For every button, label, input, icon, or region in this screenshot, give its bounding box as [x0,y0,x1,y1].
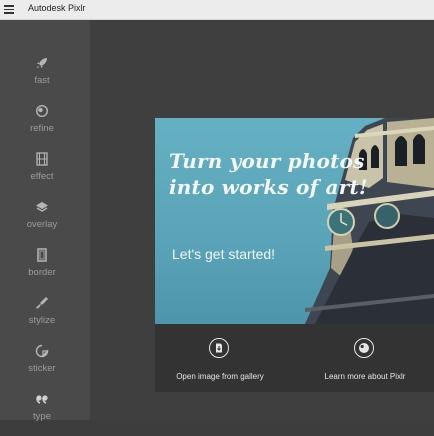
learn-more-button[interactable]: Learn more about Pixlr [305,324,425,392]
title-bar: Autodesk Pixlr [0,0,434,20]
sidebar-item-refine[interactable]: refine [0,104,90,148]
sidebar: fast refine effect overlay border styliz… [0,20,90,422]
hero-subheading: Let's get started! [172,246,276,262]
sidebar-item-effect[interactable]: effect [0,152,90,196]
open-gallery-button[interactable]: Open image from gallery [160,324,280,392]
open-gallery-label: Open image from gallery [176,372,264,381]
hamburger-menu-icon[interactable] [4,5,14,14]
layers-icon [36,202,48,212]
sidebar-item-label: stylize [28,315,56,326]
refine-icon [35,104,49,118]
sidebar-item-fast[interactable]: fast [0,56,90,100]
sidebar-item-type[interactable]: type [0,392,90,436]
sidebar-item-label: effect [30,171,54,182]
open-image-icon [209,338,229,358]
sidebar-item-label: border [28,267,56,278]
welcome-hero-banner: Turn your photos into works of art! Let'… [155,118,434,324]
sidebar-item-overlay[interactable]: overlay [0,200,90,244]
hero-heading-line-2: into works of art! [169,175,368,199]
quote-icon [36,395,48,404]
sidebar-item-label: refine [30,123,54,134]
action-bar: Open image from gallery Learn more about… [155,324,434,392]
learn-more-label: Learn more about Pixlr [324,372,406,381]
hero-heading: Turn your photos into works of art! [169,148,369,200]
sidebar-item-border[interactable]: border [0,248,90,292]
border-icon [37,248,47,262]
window-title: Autodesk Pixlr [28,3,86,13]
sidebar-item-sticker[interactable]: sticker [0,344,90,388]
rocket-icon [36,58,47,69]
film-icon [36,152,48,166]
hero-heading-line-1: Turn your photos [169,149,365,173]
sticker-icon [35,344,49,358]
sidebar-item-label: sticker [28,363,56,374]
brush-icon [36,297,48,309]
pixlr-logo-icon [354,338,374,358]
sidebar-item-label: overlay [26,219,58,230]
sidebar-item-label: type [33,411,51,422]
sidebar-item-label: fast [34,75,50,86]
sidebar-item-stylize[interactable]: stylize [0,296,90,340]
